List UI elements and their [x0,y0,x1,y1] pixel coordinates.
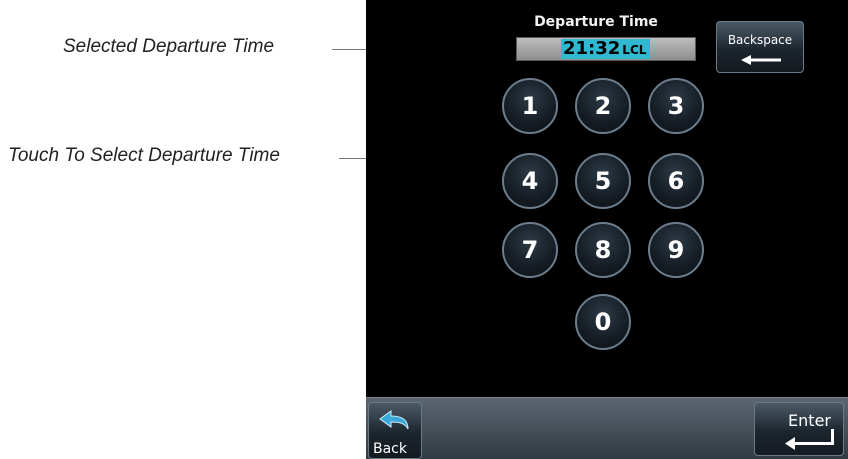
key-3[interactable]: 3 [648,78,704,134]
key-5[interactable]: 5 [575,153,631,209]
callout-touch-select: Touch To Select Departure Time [8,145,280,166]
time-digits: 21:32 [563,38,621,59]
enter-label: Enter [788,411,831,430]
back-label: Back [373,441,407,457]
back-button[interactable]: Back [368,402,422,459]
key-4[interactable]: 4 [502,153,558,209]
time-unit: LCL [622,43,647,57]
left-arrow-icon [741,55,781,65]
departure-time-field: 21:32 LCL [516,37,696,61]
enter-arrow-icon [785,429,834,450]
callout-selected-departure-time: Selected Departure Time [63,36,275,57]
back-arrow-icon [379,410,409,430]
key-8[interactable]: 8 [575,222,631,278]
key-2[interactable]: 2 [575,78,631,134]
backspace-label: Backspace [727,33,793,47]
key-0[interactable]: 0 [575,294,631,350]
key-9[interactable]: 9 [648,222,704,278]
departure-time-value: 21:32 LCL [561,38,651,59]
key-1[interactable]: 1 [502,78,558,134]
device-screen: Departure Time 21:32 LCL Backspace 1 2 3 … [366,0,848,459]
bottom-bar: Back Enter [366,397,848,459]
key-7[interactable]: 7 [502,222,558,278]
enter-button[interactable]: Enter [754,402,844,456]
key-6[interactable]: 6 [648,153,704,209]
page-title: Departure Time [534,14,658,30]
backspace-button[interactable]: Backspace [716,21,804,73]
